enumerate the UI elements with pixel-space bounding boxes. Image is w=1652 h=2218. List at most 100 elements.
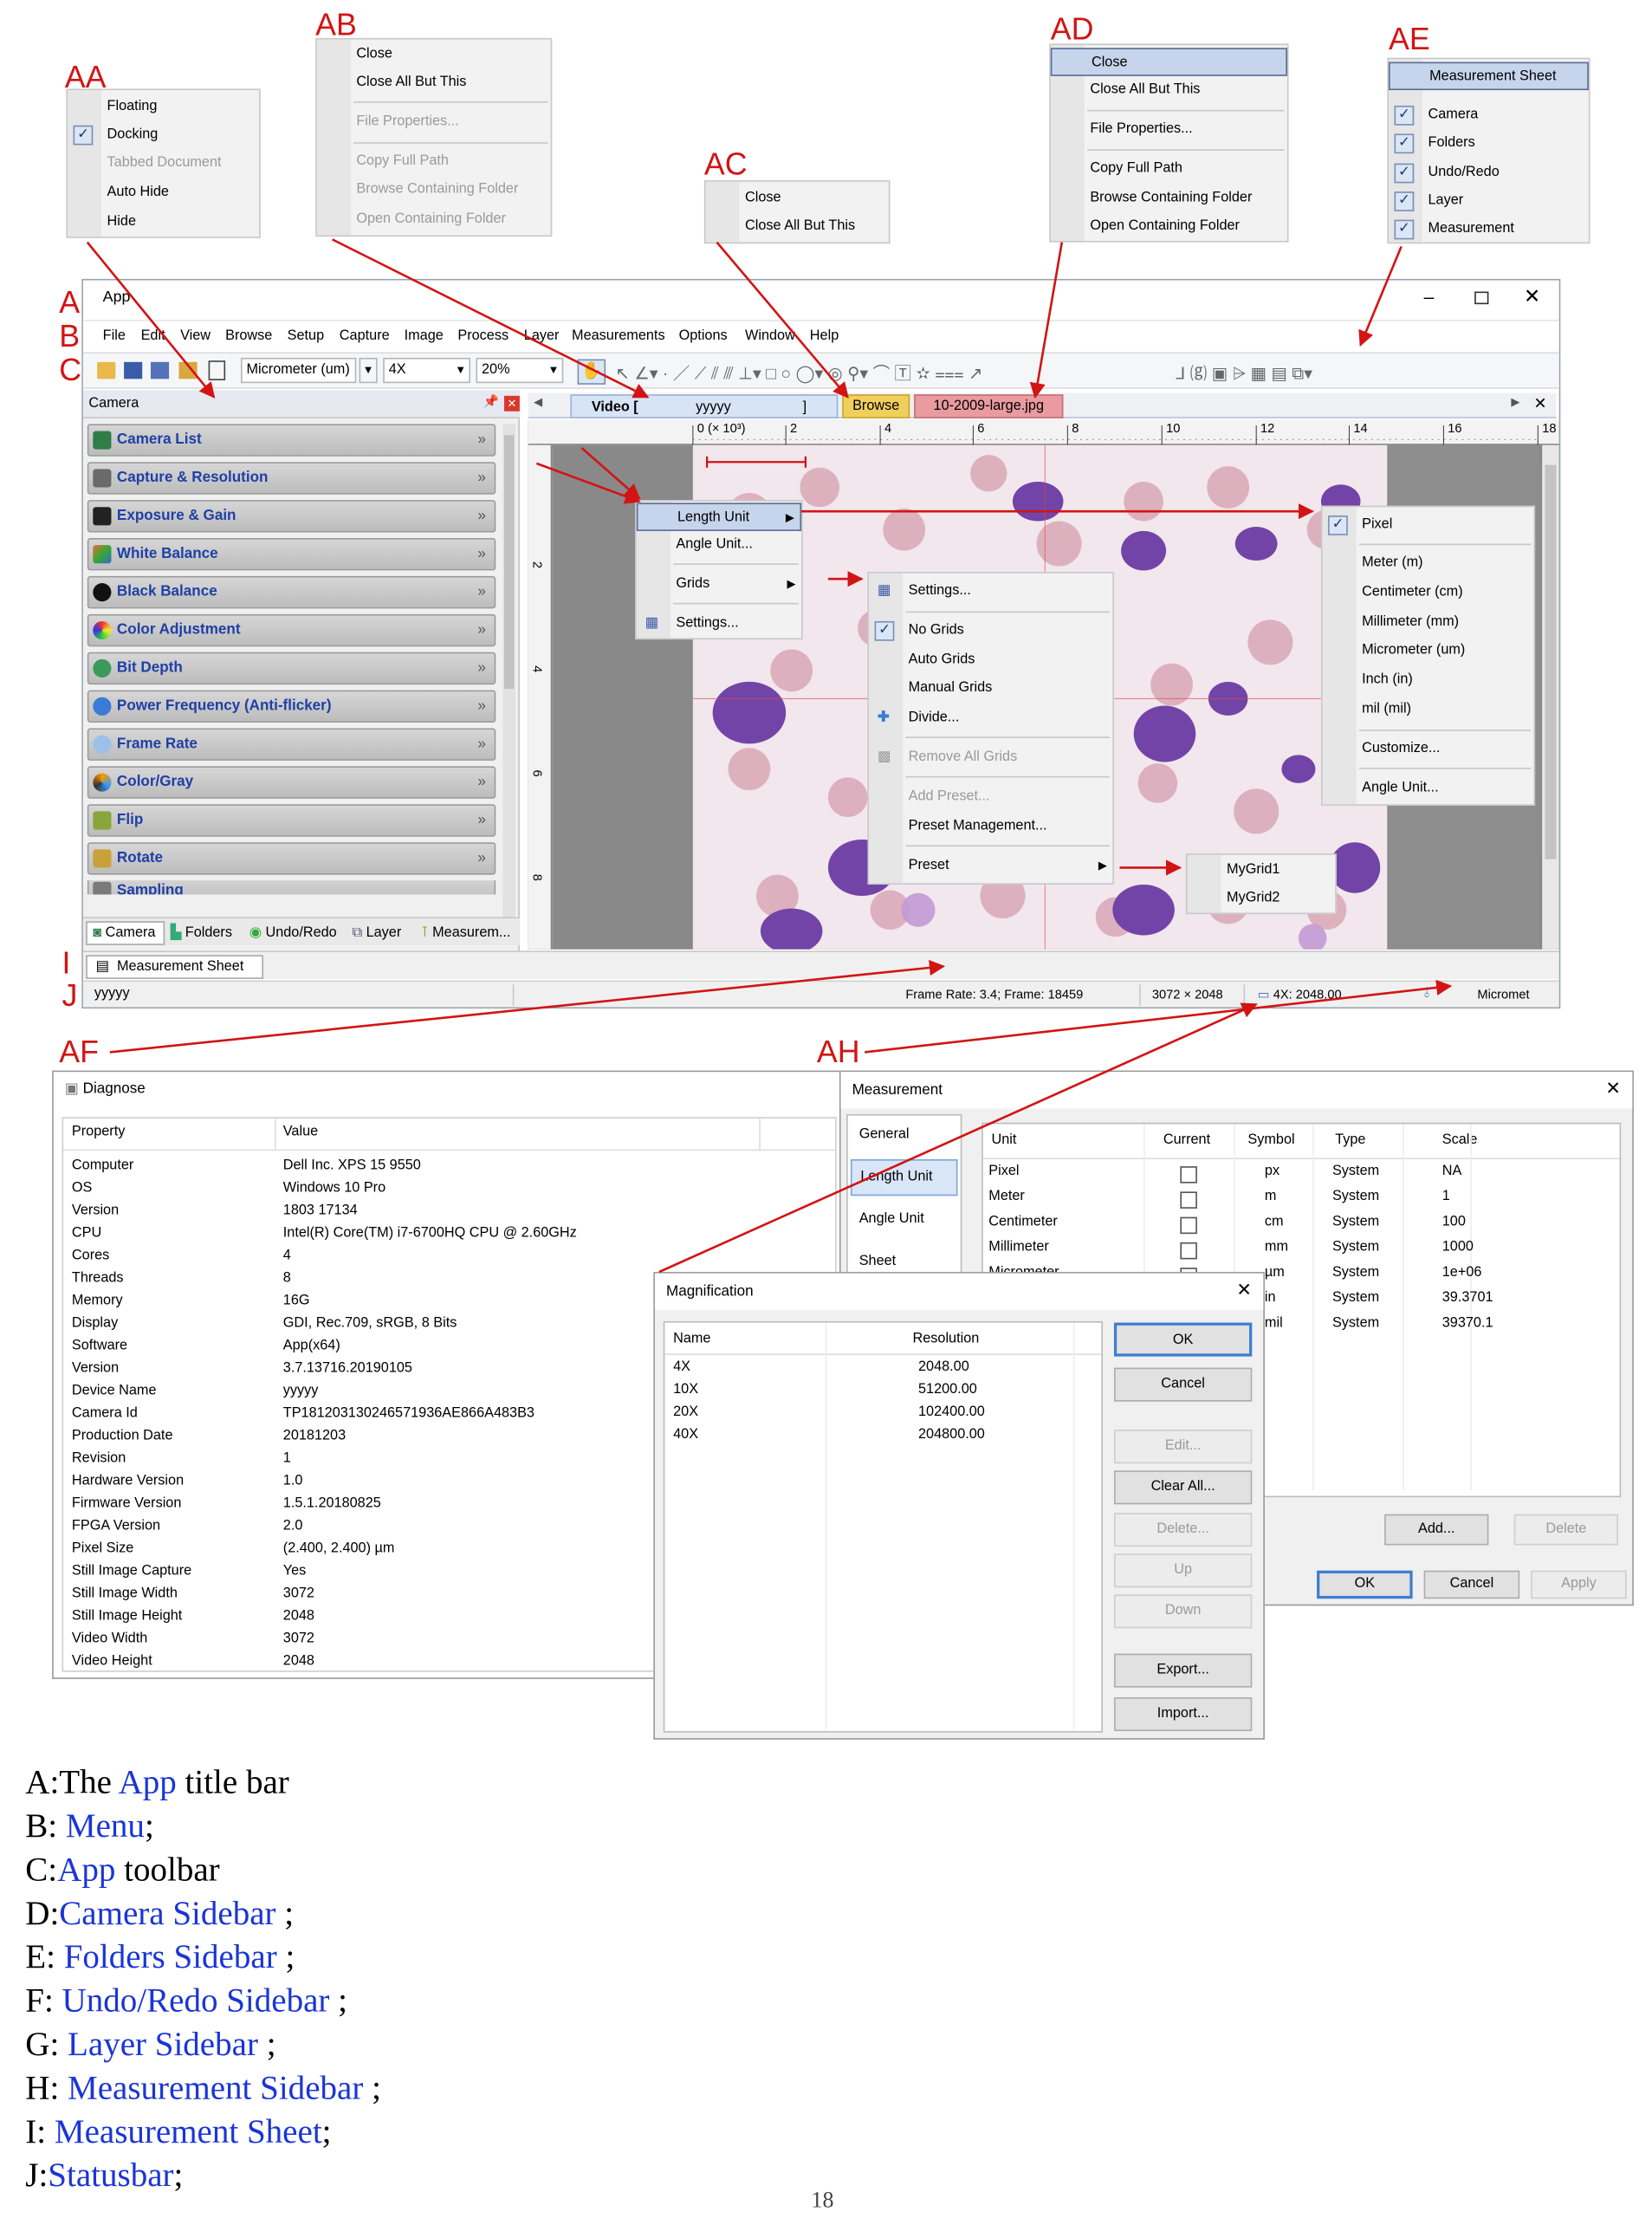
menu-item-tabbed[interactable]: Tabbed Document (68, 149, 259, 178)
tool-icons-drawing[interactable]: ↖ ∠▾ · ／ ⟋ ⫽ ⫻ ⊥▾ □ ○ ◯▾ ◎ ⚲▾ ⌒ 🅃 ✫ ⩶ ↗ (615, 360, 982, 385)
add-button[interactable]: Add... (1384, 1514, 1489, 1546)
delete-button[interactable]: Delete... (1113, 1513, 1253, 1547)
table-row[interactable]: 20X 102400.00 (664, 1404, 1101, 1427)
edit-button[interactable]: Edit... (1113, 1430, 1253, 1464)
menu-item-divide[interactable]: ✚ Divide... (869, 704, 1112, 733)
pan-icon[interactable]: ✋ (577, 359, 606, 385)
caption-link[interactable]: Folders Sidebar (64, 1940, 277, 1976)
table-row[interactable]: Centimeter cm System 100 (983, 1214, 1620, 1236)
table-row[interactable]: 4X 2048.00 (664, 1359, 1101, 1382)
layout-icon[interactable] (208, 360, 226, 380)
menu-image[interactable]: Image (405, 328, 444, 344)
close-icon[interactable]: ✕ (1605, 1078, 1621, 1100)
menu-item-hide[interactable]: Hide (68, 209, 259, 237)
menu-layer[interactable]: Layer (524, 328, 560, 344)
menu-item-browse-folder[interactable]: Browse Containing Folder (1051, 185, 1287, 213)
menu-item-customize[interactable]: Customize... (1323, 736, 1534, 764)
caption-link[interactable]: Statusbar (48, 2158, 173, 2195)
menu-item-close[interactable]: Close (317, 41, 551, 69)
table-row[interactable]: 10X 51200.00 (664, 1382, 1101, 1404)
menu-item-preset-management[interactable]: Preset Management... (869, 813, 1112, 841)
magnification-select[interactable]: 4X ▼ (383, 357, 471, 384)
export-button[interactable]: Export... (1113, 1653, 1253, 1688)
menu-item-layer[interactable]: ✓ Layer (1389, 187, 1589, 216)
sidebar-item-camera-list[interactable]: Camera List» (87, 424, 496, 457)
sidebar-item-bit-depth[interactable]: Bit Depth» (87, 652, 496, 685)
tab-folders[interactable]: ▙ Folders (171, 925, 232, 941)
menu-item-grids[interactable]: Grids ▶ (637, 570, 801, 599)
cancel-button[interactable]: Cancel (1113, 1367, 1253, 1402)
menu-item-pixel[interactable]: ✓ Pixel (1323, 511, 1534, 540)
sidebar-item-sampling[interactable]: Sampling (87, 880, 496, 895)
sidebar-item-power-frequency[interactable]: Power Frequency (Anti-flicker)» (87, 690, 496, 723)
nav-sheet[interactable]: Sheet (859, 1254, 896, 1269)
minimize-icon[interactable]: – (1424, 286, 1435, 307)
caption-link[interactable]: Camera Sidebar (59, 1896, 275, 1932)
delete-button[interactable]: Delete (1513, 1514, 1618, 1546)
menu-help[interactable]: Help (810, 328, 839, 344)
menu-item-auto-grids[interactable]: Auto Grids (869, 646, 1112, 675)
menu-window[interactable]: Window (745, 328, 795, 344)
menu-item-micrometer[interactable]: Micrometer (um) (1323, 637, 1534, 665)
sidebar-item-white-balance[interactable]: White Balance» (87, 538, 496, 571)
menu-item-camera[interactable]: ✓ Camera (1389, 101, 1589, 130)
menu-item-centimeter[interactable]: Centimeter (cm) (1323, 579, 1534, 607)
menu-item-mygrid2[interactable]: MyGrid2 (1188, 885, 1336, 913)
menu-view[interactable]: View (180, 328, 211, 344)
table-row[interactable]: Millimeter mm System 1000 (983, 1240, 1620, 1262)
caption-link[interactable]: App (57, 1852, 115, 1889)
table-row[interactable]: Pixel px System NA (983, 1164, 1620, 1186)
sidebar-item-color-adjustment[interactable]: Color Adjustment» (87, 613, 496, 647)
menu-item-docking[interactable]: ✓ Docking (68, 121, 259, 150)
menu-item-open-folder[interactable]: Open Containing Folder (1051, 212, 1287, 241)
save-icon[interactable] (124, 361, 143, 379)
menu-item-file-properties[interactable]: File Properties... (317, 108, 551, 137)
save-as-icon[interactable] (150, 361, 170, 379)
close-icon[interactable]: ✕ (1236, 1279, 1252, 1301)
menu-item-add-preset[interactable]: Add Preset... (869, 783, 1112, 812)
menu-item-manual-grids[interactable]: Manual Grids (869, 675, 1112, 704)
menu-item-close[interactable]: Close (1050, 48, 1287, 76)
close-icon[interactable]: ✕ (1524, 284, 1540, 308)
menu-item-preset[interactable]: Preset ▶ (869, 853, 1112, 881)
down-button[interactable]: Down (1113, 1594, 1253, 1629)
menu-item-settings[interactable]: ▦ Settings... (637, 610, 801, 639)
status-magnification[interactable]: ▭ 4X: 2048.00 (1258, 988, 1342, 1003)
menu-item-undo-redo[interactable]: ✓ Undo/Redo (1389, 159, 1589, 188)
menu-item-close-all-but-this[interactable]: Close All But This (317, 69, 551, 98)
tab-scroll-left-icon[interactable]: ◀ (534, 396, 542, 409)
caption-link[interactable]: Menu (66, 1808, 145, 1845)
chevron-down-icon[interactable]: ▼ (359, 357, 378, 384)
table-row[interactable]: Meter m System 1 (983, 1189, 1620, 1211)
up-button[interactable]: Up (1113, 1553, 1253, 1588)
sidebar-item-rotate[interactable]: Rotate» (87, 842, 496, 875)
caption-link[interactable]: Layer Sidebar (68, 2027, 258, 2063)
menu-measurements[interactable]: Measurements (572, 328, 665, 344)
tab-browse[interactable]: Browse (842, 394, 910, 418)
tab-layer[interactable]: ⧉ Layer (352, 925, 401, 941)
status-unit[interactable]: Micromet (1477, 988, 1529, 1002)
menu-item-floating[interactable]: Floating (68, 93, 259, 121)
open-icon[interactable] (97, 361, 116, 379)
menu-item-copy-full-path[interactable]: Copy Full Path (1051, 155, 1287, 184)
tab-image[interactable]: 10-2009-large.jpg (914, 394, 1064, 418)
sidebar-item-exposure[interactable]: Exposure & Gain» (87, 500, 496, 533)
unit-select[interactable]: Micrometer (um) (241, 357, 357, 384)
menu-item-mygrid1[interactable]: MyGrid1 (1188, 856, 1336, 885)
import-button[interactable]: Import... (1113, 1697, 1253, 1732)
tab-camera[interactable]: ◙ Camera (86, 921, 165, 945)
menu-item-close-all-but-this[interactable]: Close All But This (1051, 76, 1287, 105)
menu-edit[interactable]: Edit (141, 328, 165, 344)
caption-link[interactable]: Measurement Sidebar (68, 2071, 363, 2107)
nav-length-unit[interactable]: Length Unit (850, 1158, 958, 1197)
table-row[interactable]: 40X 204800.00 (664, 1427, 1101, 1449)
maximize-icon[interactable] (1474, 291, 1489, 305)
cancel-button[interactable]: Cancel (1423, 1570, 1520, 1599)
menu-item-no-grids[interactable]: ✓ No Grids (869, 617, 1112, 645)
apply-button[interactable]: Apply (1531, 1570, 1627, 1599)
menu-file[interactable]: File (103, 328, 126, 344)
menu-browse[interactable]: Browse (225, 328, 272, 344)
sidebar-item-flip[interactable]: Flip» (87, 804, 496, 837)
menu-item-grid-settings[interactable]: ▦ Settings... (869, 578, 1112, 606)
menu-item-millimeter[interactable]: Millimeter (mm) (1323, 608, 1534, 637)
